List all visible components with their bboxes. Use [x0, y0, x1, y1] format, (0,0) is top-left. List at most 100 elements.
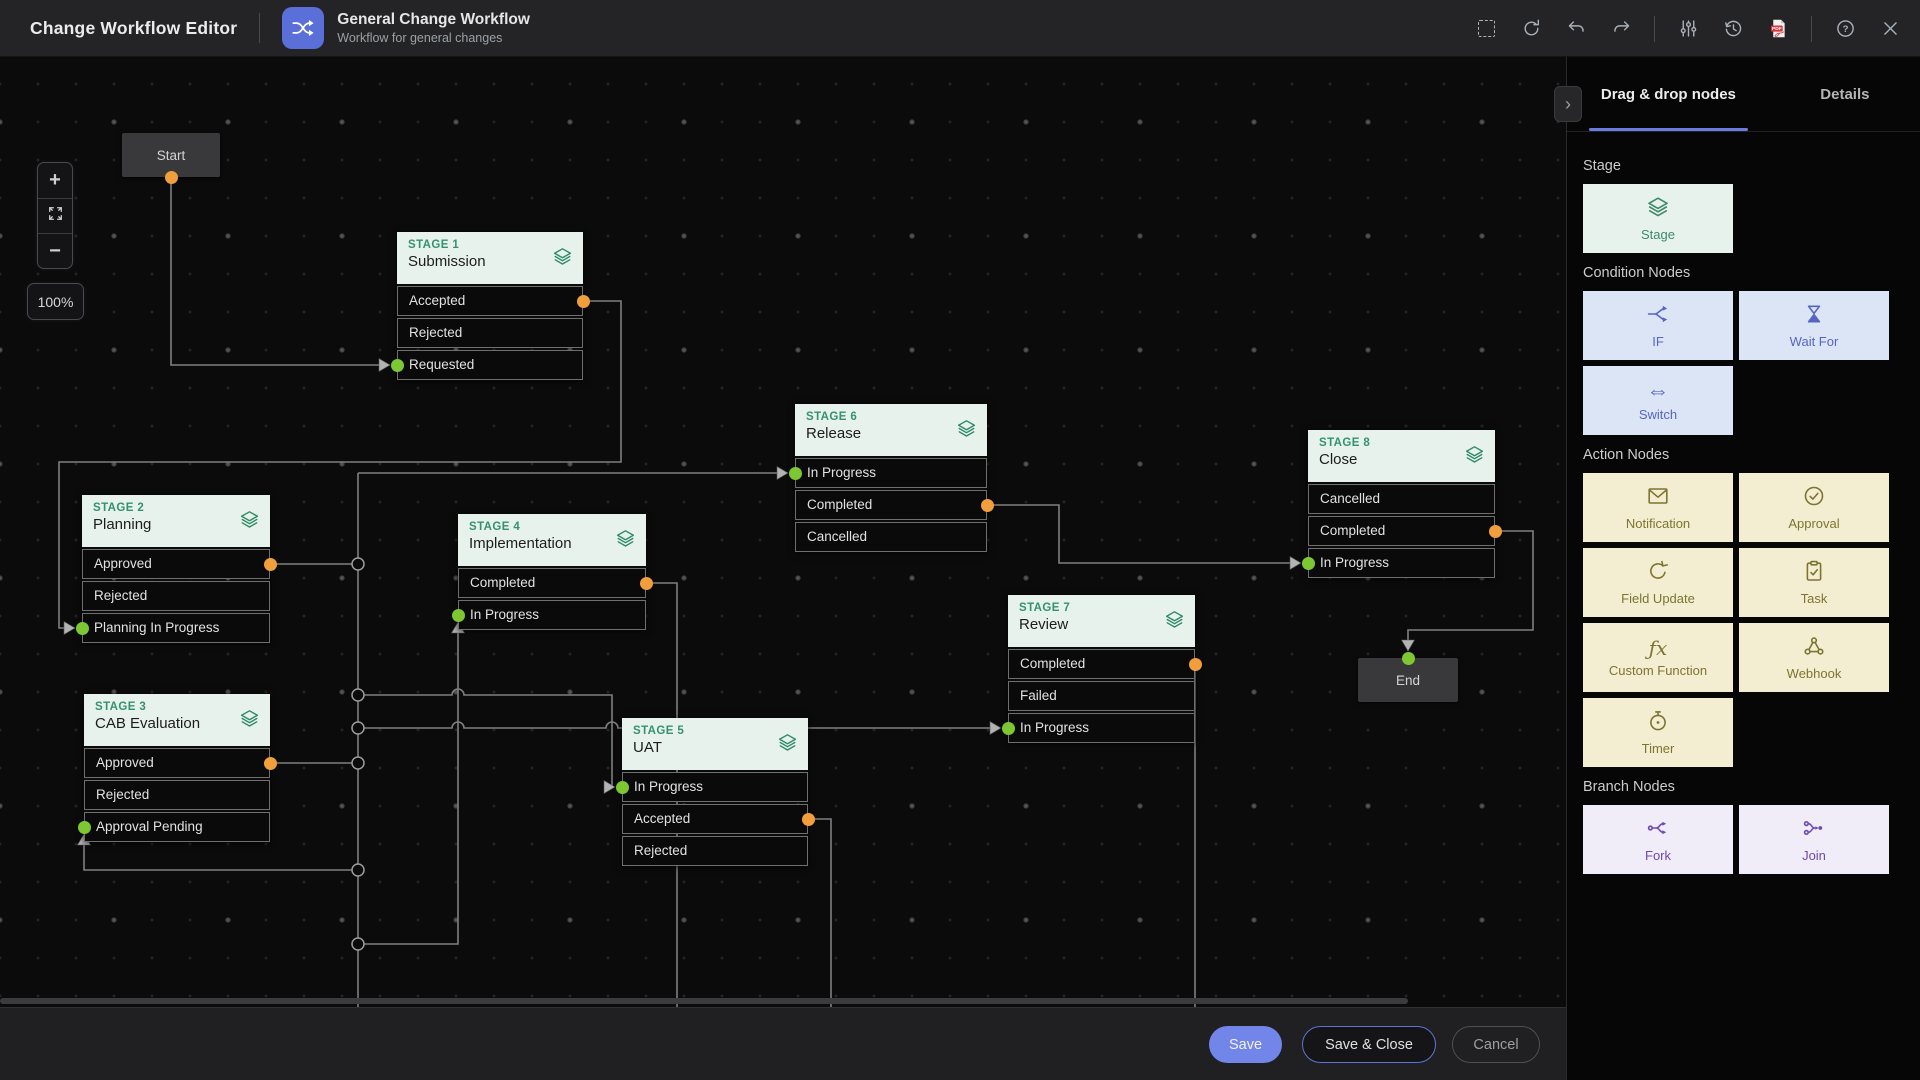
stage-node-4[interactable]: STAGE 4ImplementationCompletedIn Progres…	[458, 514, 646, 630]
stage-header[interactable]: STAGE 8Close	[1308, 430, 1495, 482]
output-port-approved[interactable]	[264, 558, 277, 571]
stage-header[interactable]: STAGE 4Implementation	[458, 514, 646, 566]
stage-row-approved[interactable]: Approved	[84, 748, 270, 778]
stage-node-8[interactable]: STAGE 8CloseCancelledCompletedIn Progres…	[1308, 430, 1495, 578]
stage-node-5[interactable]: STAGE 5UAT In Progress AcceptedRejected	[622, 718, 808, 866]
zoom-out-button[interactable]: −	[38, 233, 72, 268]
stage-header[interactable]: STAGE 3CAB Evaluation	[84, 694, 270, 746]
stage-row-completed[interactable]: Completed	[795, 490, 987, 520]
end-node[interactable]: End	[1358, 658, 1458, 702]
stage-header[interactable]: STAGE 2Planning	[82, 495, 270, 547]
workflow-canvas[interactable]: StartEndSTAGE 1SubmissionAcceptedRejecte…	[0, 57, 1566, 1007]
end-node-port[interactable]	[1402, 652, 1415, 665]
stage-row-in-progress[interactable]: In Progress	[622, 772, 808, 802]
input-port-in-progress[interactable]	[452, 609, 465, 622]
select-area-icon[interactable]	[1474, 17, 1498, 41]
refresh-icon[interactable]	[1519, 17, 1543, 41]
input-port-planning-in-progress[interactable]	[76, 622, 89, 635]
input-port-in-progress[interactable]	[789, 467, 802, 480]
stage-row-in-progress[interactable]: In Progress	[1308, 548, 1495, 578]
stage-node-1[interactable]: STAGE 1SubmissionAcceptedRejectedRequest…	[397, 232, 583, 380]
stage-header[interactable]: STAGE 1Submission	[397, 232, 583, 284]
tab-label: Details	[1820, 86, 1869, 103]
stage-row-completed[interactable]: Completed	[1308, 516, 1495, 546]
zoom-in-button[interactable]: +	[38, 163, 72, 198]
input-port-requested[interactable]	[391, 359, 404, 372]
stage-row-cancelled[interactable]: Cancelled	[795, 522, 987, 552]
tile-label: Field Update	[1621, 591, 1695, 606]
stage-row-approval-pending[interactable]: Approval Pending	[84, 812, 270, 842]
stage-row-in-progress[interactable]: In Progress	[1008, 713, 1195, 743]
palette-tile-fork[interactable]: Fork	[1583, 805, 1733, 874]
redo-icon[interactable]	[1609, 17, 1633, 41]
stage-row-rejected[interactable]: Rejected	[82, 581, 270, 611]
output-port-accepted[interactable]	[577, 295, 590, 308]
help-icon[interactable]: ?	[1833, 17, 1857, 41]
stage-row-rejected[interactable]: Rejected	[84, 780, 270, 810]
section-title-stage: Stage	[1583, 158, 1904, 174]
stage-row-completed[interactable]: Completed	[458, 568, 646, 598]
stage-row-failed[interactable]: Failed	[1008, 681, 1195, 711]
tab-drag-drop-nodes[interactable]: Drag & drop nodes	[1567, 57, 1770, 131]
palette-tile-custom-function[interactable]: ƒxCustom Function	[1583, 623, 1733, 692]
palette-tile-notification[interactable]: Notification	[1583, 473, 1733, 542]
palette-tile-field-update[interactable]: Field Update	[1583, 548, 1733, 617]
export-pdf-icon[interactable]: PDF	[1766, 17, 1790, 41]
stage-row-rejected[interactable]: Rejected	[397, 318, 583, 348]
palette-tile-wait-for[interactable]: Wait For	[1739, 291, 1889, 360]
tab-details[interactable]: Details	[1770, 57, 1920, 131]
close-icon[interactable]	[1878, 17, 1902, 41]
stage-row-completed[interactable]: Completed	[1008, 649, 1195, 679]
sidebar-collapse-button[interactable]: ›	[1554, 86, 1582, 122]
zoom-level-readout: 100%	[27, 283, 84, 320]
adjustments-icon[interactable]	[1676, 17, 1700, 41]
palette-tile-task[interactable]: Task	[1739, 548, 1889, 617]
wire-junction	[352, 938, 364, 950]
palette-tile-approval[interactable]: Approval	[1739, 473, 1889, 542]
palette-tile-join[interactable]: Join	[1739, 805, 1889, 874]
stage-header[interactable]: STAGE 7Review	[1008, 595, 1195, 647]
stage-row-in-progress[interactable]: In Progress	[795, 458, 987, 488]
stage-node-2[interactable]: STAGE 2PlanningApprovedRejectedPlanning …	[82, 495, 270, 643]
input-port-in-progress[interactable]	[1002, 722, 1015, 735]
save-button[interactable]: Save	[1209, 1026, 1282, 1063]
output-port-completed[interactable]	[1189, 658, 1202, 671]
output-port-completed[interactable]	[1489, 525, 1502, 538]
stage-node-6[interactable]: STAGE 6ReleaseIn ProgressCompletedCancel…	[795, 404, 987, 552]
history-icon[interactable]	[1721, 17, 1745, 41]
hourglass-icon	[1802, 302, 1826, 329]
stage-row-planning-in-progress[interactable]: Planning In Progress	[82, 613, 270, 643]
undo-icon[interactable]	[1564, 17, 1588, 41]
stage-node-7[interactable]: STAGE 7ReviewCompletedFailedIn Progress	[1008, 595, 1195, 743]
palette-tile-webhook[interactable]: Webhook	[1739, 623, 1889, 692]
stage-node-3[interactable]: STAGE 3CAB EvaluationApprovedRejectedApp…	[84, 694, 270, 842]
palette-tile-switch[interactable]: ⇔Switch	[1583, 366, 1733, 435]
fit-view-button[interactable]	[38, 198, 72, 233]
save-close-button[interactable]: Save & Close	[1302, 1026, 1436, 1063]
output-port-completed[interactable]	[981, 499, 994, 512]
zoom-in-icon: +	[49, 170, 61, 191]
input-port-in-progress[interactable]	[1302, 557, 1315, 570]
stage-row-cancelled[interactable]: Cancelled	[1308, 484, 1495, 514]
output-port-accepted[interactable]	[802, 813, 815, 826]
output-port-completed[interactable]	[640, 577, 653, 590]
palette-tile-stage[interactable]: Stage	[1583, 184, 1733, 253]
input-port-approval-pending[interactable]	[78, 821, 91, 834]
start-node[interactable]: Start	[122, 133, 220, 177]
stage-row-accepted[interactable]: Accepted	[622, 804, 808, 834]
stage-header[interactable]: STAGE 6Release	[795, 404, 987, 456]
stage-row-accepted[interactable]: Accepted	[397, 286, 583, 316]
palette-tile-if[interactable]: IF	[1583, 291, 1733, 360]
stage-row-label: In Progress	[634, 779, 703, 794]
cancel-button[interactable]: Cancel	[1452, 1026, 1540, 1063]
stage-header[interactable]: STAGE 5UAT	[622, 718, 808, 770]
stage-row-requested[interactable]: Requested	[397, 350, 583, 380]
output-port-approved[interactable]	[264, 757, 277, 770]
start-node-port[interactable]	[165, 171, 178, 184]
palette-tile-timer[interactable]: Timer	[1583, 698, 1733, 767]
input-port-in-progress[interactable]	[616, 781, 629, 794]
stage-row-in-progress[interactable]: In Progress	[458, 600, 646, 630]
horizontal-scrollbar-thumb[interactable]	[0, 998, 1408, 1004]
stage-row-rejected[interactable]: Rejected	[622, 836, 808, 866]
stage-row-approved[interactable]: Approved	[82, 549, 270, 579]
